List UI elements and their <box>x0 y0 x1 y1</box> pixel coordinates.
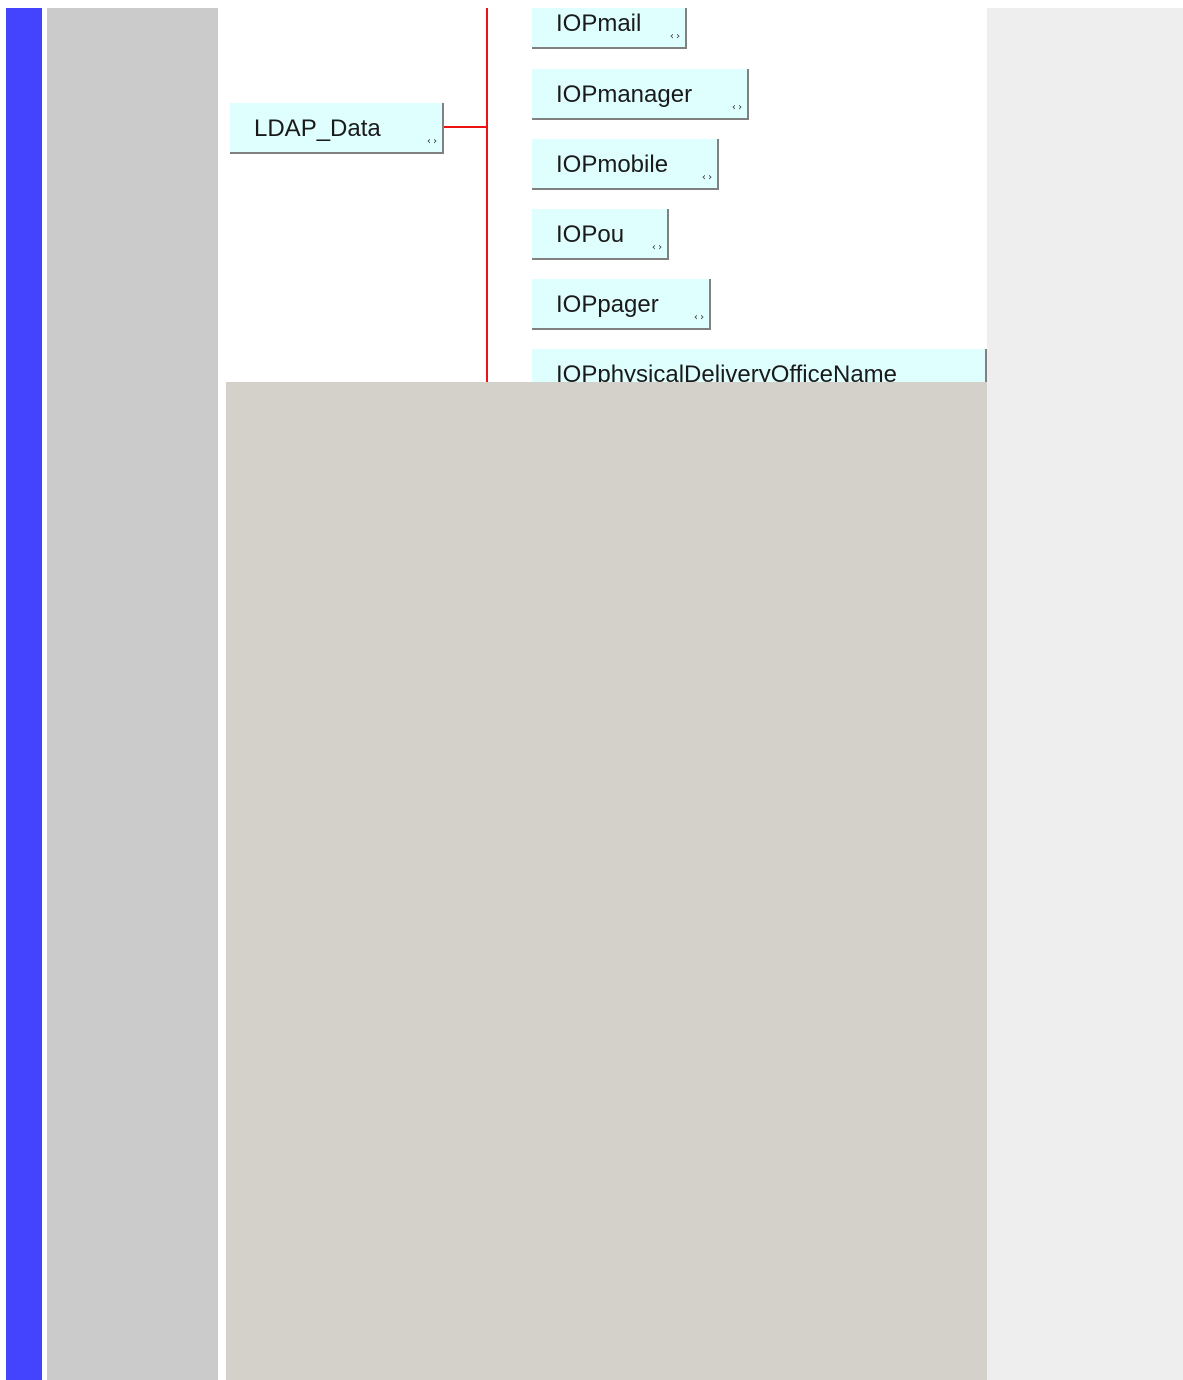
expand-collapse-icon[interactable]: ‹› <box>426 137 438 147</box>
child-node-label: IOPmail <box>556 10 642 37</box>
root-node[interactable]: LDAP_Data ‹› <box>230 103 444 154</box>
child-node-label: IOPmobile <box>556 151 669 178</box>
accent-bar <box>6 8 42 1380</box>
branch-trunk-line <box>486 8 488 382</box>
left-panel <box>47 8 218 1380</box>
expand-collapse-icon[interactable]: ‹› <box>731 103 743 113</box>
child-node-iopmanager[interactable]: IOPmanager ‹› <box>532 69 749 120</box>
expand-collapse-icon[interactable]: ‹› <box>701 173 713 183</box>
empty-canvas-area <box>226 382 987 1380</box>
child-node-label: IOPmanager <box>556 81 693 108</box>
expand-collapse-icon[interactable]: ‹› <box>651 243 663 253</box>
right-panel <box>987 8 1183 1380</box>
expand-collapse-icon[interactable]: ‹› <box>669 32 681 42</box>
child-node-iopmail[interactable]: IOPmail ‹› <box>532 8 687 49</box>
child-node-ioppager[interactable]: IOPpager ‹› <box>532 279 711 330</box>
child-node-label: IOPou <box>556 221 625 248</box>
child-node-label: IOPphysicalDeliveryOfficeName <box>556 361 898 382</box>
child-node-iopou[interactable]: IOPou ‹› <box>532 209 669 260</box>
child-node-label: IOPpager <box>556 291 659 318</box>
expand-collapse-icon[interactable]: ‹› <box>693 313 705 323</box>
root-node-label: LDAP_Data <box>254 115 381 142</box>
child-node-iopmobile[interactable]: IOPmobile ‹› <box>532 139 719 190</box>
schema-diagram: LDAP_Data ‹› IOPmail ‹› IOPmanager ‹› IO… <box>226 8 987 382</box>
root-connector-line <box>444 126 488 128</box>
child-node-iopphysicaldeliveryofficename[interactable]: IOPphysicalDeliveryOfficeName <box>532 349 987 382</box>
